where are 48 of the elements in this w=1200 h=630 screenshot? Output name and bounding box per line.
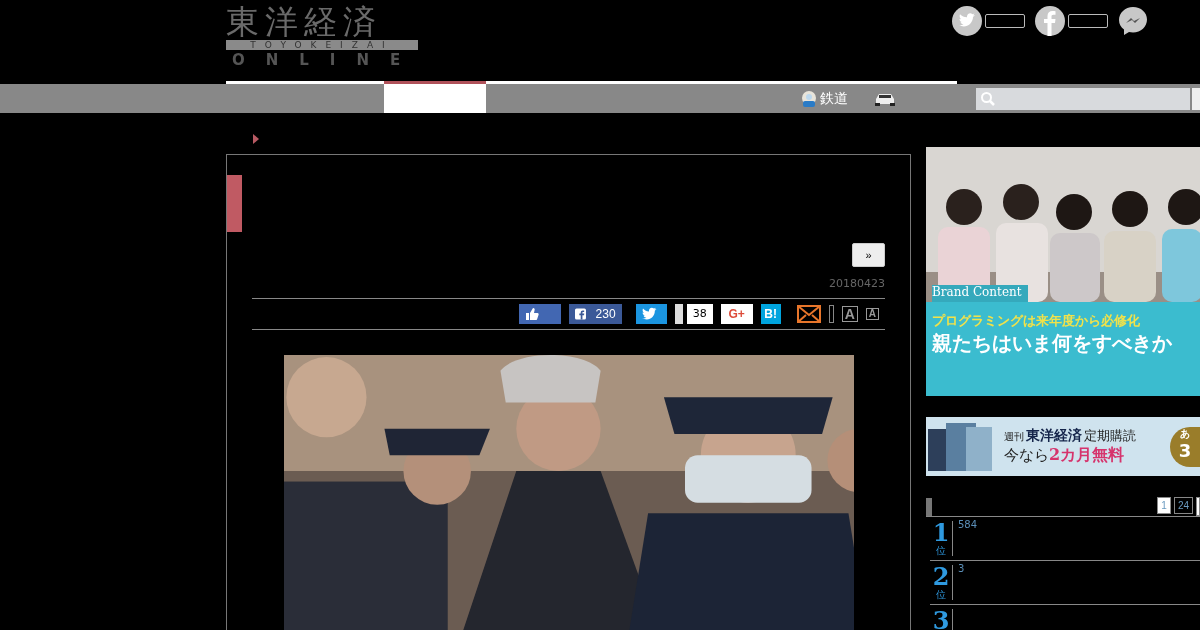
ad-subheadline: プログラミングは来年度から必修化 — [932, 312, 1141, 330]
subscription-banner[interactable]: 週刊東洋経済定期購読 今なら2カ月無料 あ 3 — [926, 417, 1200, 476]
ranking-item-link[interactable]: 584 — [953, 517, 978, 560]
magazine-title: 東洋経済 — [1026, 427, 1082, 445]
ranking-item-link[interactable]: 3 — [953, 561, 965, 604]
nav-link[interactable]: 鉄道 — [800, 89, 848, 108]
brand-content-label: Brand Content — [932, 285, 1028, 302]
bird-icon[interactable] — [952, 6, 982, 36]
offer-text: 2カ月無料 — [1049, 445, 1125, 466]
ranking-tab[interactable]: 24 — [1173, 497, 1193, 514]
offer-prefix: 今なら — [1004, 446, 1049, 465]
bird-icon — [641, 307, 658, 321]
thumbs-up-icon — [524, 307, 539, 321]
train-icon — [800, 89, 818, 108]
share-count-bubble — [1068, 14, 1108, 28]
share-count-bubble — [985, 14, 1025, 28]
facebook-f-icon[interactable] — [1035, 6, 1065, 36]
ranking-tab[interactable] — [1196, 497, 1200, 516]
font-size-large-button[interactable]: A — [841, 306, 858, 322]
breadcrumb-arrow-icon — [253, 134, 259, 144]
like-button[interactable] — [518, 304, 561, 324]
mail-icon[interactable] — [796, 305, 821, 323]
section-marker — [926, 498, 932, 516]
next-page-button[interactable]: » — [852, 243, 885, 267]
site-logo[interactable]: 東洋経済 TOYOKEIZAI ONLINE — [226, 0, 418, 81]
search-button[interactable] — [1192, 87, 1200, 110]
nav-tab[interactable] — [384, 81, 486, 113]
facebook-f-icon — [574, 307, 586, 321]
facebook-share-button[interactable]: 230 — [568, 304, 622, 324]
rank-number: 2 位 — [930, 565, 953, 600]
messenger-icon[interactable] — [1118, 6, 1148, 36]
weekly-label: 週刊 — [1004, 430, 1024, 444]
search-field[interactable] — [976, 87, 1190, 110]
ad-headline: 親たちはいま何をすべきか — [932, 330, 1173, 357]
font-size-small-button[interactable]: A — [865, 308, 879, 320]
share-count: 38 — [686, 304, 713, 324]
separator-box — [828, 305, 834, 323]
title-marker — [227, 175, 242, 232]
google-plus-button[interactable]: G+ — [720, 304, 753, 324]
ranking-tab[interactable]: 1 — [1157, 497, 1171, 514]
rank-number: 3 — [930, 609, 953, 630]
publish-date: 20180423 — [828, 277, 885, 290]
tweet-button[interactable] — [635, 304, 667, 324]
subscription-label: 定期購読 — [1084, 427, 1136, 445]
search-icon — [980, 90, 996, 107]
rank-number: 1 位 — [930, 521, 953, 556]
offer-badge: あ 3 — [1170, 426, 1200, 467]
pocket-button[interactable] — [674, 304, 683, 324]
